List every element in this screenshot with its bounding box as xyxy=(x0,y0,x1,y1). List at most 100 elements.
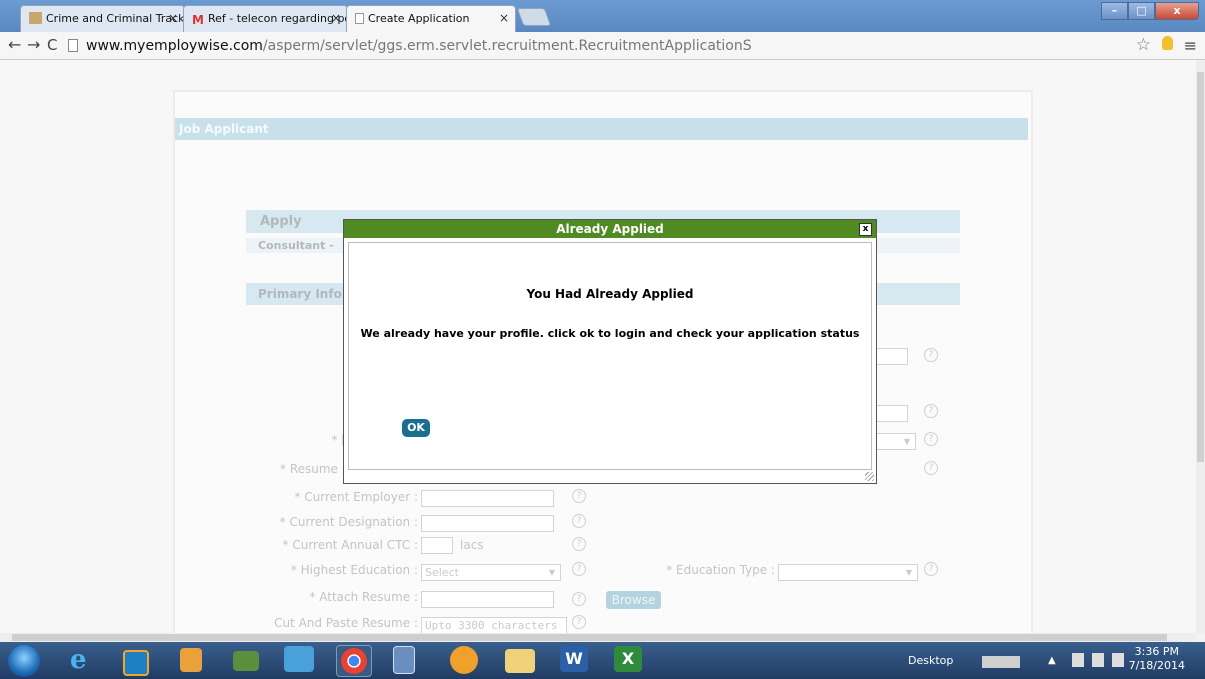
new-tab-button[interactable] xyxy=(516,8,552,26)
excel-icon[interactable]: X xyxy=(614,646,642,672)
dialog-title: Already Applied xyxy=(556,222,664,236)
page-icon xyxy=(68,39,78,52)
help-icon[interactable]: ? xyxy=(924,348,938,362)
text-field[interactable] xyxy=(876,405,908,422)
url-domain: www.myemploywise.com xyxy=(86,38,263,54)
tab-label: Ref - telecon regarding po xyxy=(207,12,348,25)
volume-icon[interactable] xyxy=(1112,653,1124,667)
help-icon[interactable]: ? xyxy=(924,404,938,418)
dialog-heading: You Had Already Applied xyxy=(526,287,694,301)
back-icon[interactable]: ← xyxy=(8,36,21,54)
internet-explorer-icon[interactable]: e xyxy=(70,646,98,674)
current-designation-input[interactable] xyxy=(421,515,554,532)
desktop-toolbar-label[interactable]: Desktop xyxy=(908,654,953,667)
app-icon[interactable] xyxy=(450,646,478,674)
windows-taskbar: e W X Desktop ▲ 3:36 PM 7/18/2014 xyxy=(0,642,1205,679)
vertical-scrollbar[interactable] xyxy=(1196,60,1205,633)
current-ctc-input[interactable] xyxy=(421,537,453,554)
address-bar-row: ← → C www.myemploywise.com/asperm/servle… xyxy=(0,32,1205,60)
maximize-button[interactable]: □ xyxy=(1128,2,1155,20)
current-employer-input[interactable] xyxy=(421,490,554,507)
help-icon[interactable]: ? xyxy=(572,592,586,606)
current-ctc-label: * Current Annual CTC : xyxy=(282,538,418,552)
signal-icon[interactable] xyxy=(982,656,1020,668)
file-explorer-icon[interactable] xyxy=(505,649,535,673)
tab-crime-tracking[interactable]: Crime and Criminal Track × xyxy=(20,5,185,32)
app-icon[interactable] xyxy=(233,651,259,671)
help-icon[interactable]: ? xyxy=(924,432,938,446)
tab-create-application[interactable]: Create Application × xyxy=(346,5,516,32)
app-icon[interactable] xyxy=(284,646,314,672)
select-field[interactable]: ▼ xyxy=(876,433,916,450)
close-icon[interactable]: x xyxy=(859,223,872,236)
resize-grip-icon[interactable] xyxy=(865,472,874,481)
close-tab-icon[interactable]: × xyxy=(168,6,178,31)
browse-button[interactable]: Browse xyxy=(606,591,661,609)
help-icon[interactable]: ? xyxy=(572,615,586,629)
show-hidden-icons[interactable]: ▲ xyxy=(1048,655,1056,666)
clock-date: 7/18/2014 xyxy=(1128,659,1185,672)
resume-label: * Resume xyxy=(280,462,338,476)
scrollbar-thumb[interactable] xyxy=(1197,72,1204,462)
help-icon[interactable]: ? xyxy=(924,562,938,576)
url-path: /asperm/servlet/ggs.erm.servlet.recruitm… xyxy=(262,38,752,54)
clock-time: 3:36 PM xyxy=(1134,645,1179,658)
system-clock[interactable]: 3:36 PM 7/18/2014 xyxy=(1129,645,1185,673)
ctc-unit-label: lacs xyxy=(460,538,484,552)
scrollbar-thumb[interactable] xyxy=(12,634,1167,641)
chevron-down-icon: ▼ xyxy=(548,568,555,577)
close-window-button[interactable]: x xyxy=(1155,2,1199,20)
select-value: Select xyxy=(425,566,459,579)
gmail-icon: M xyxy=(192,13,204,27)
tab-label: Crime and Criminal Track xyxy=(46,12,185,25)
tab-label: Create Application xyxy=(368,12,470,25)
attach-resume-label: * Attach Resume : xyxy=(309,590,418,604)
battery-icon[interactable] xyxy=(1092,653,1104,667)
calculator-icon[interactable] xyxy=(393,646,415,674)
close-tab-icon[interactable]: × xyxy=(499,6,509,31)
cut-paste-label: Cut And Paste Resume : xyxy=(274,616,418,630)
ok-button[interactable]: OK xyxy=(402,419,430,437)
word-icon[interactable]: W xyxy=(560,646,588,672)
chevron-down-icon: ▼ xyxy=(905,568,912,577)
chevron-down-icon: ▼ xyxy=(903,437,910,446)
education-type-label: * Education Type : xyxy=(666,563,775,577)
highest-education-select[interactable]: Select ▼ xyxy=(421,564,561,581)
site-favicon-icon xyxy=(29,12,42,24)
help-icon[interactable]: ? xyxy=(572,562,586,576)
current-designation-label: * Current Designation : xyxy=(279,515,418,529)
bookmark-star-icon[interactable]: ☆ xyxy=(1136,35,1151,55)
start-button[interactable] xyxy=(8,645,40,677)
reload-icon[interactable]: C xyxy=(47,36,57,54)
current-employer-label: * Current Employer : xyxy=(294,490,418,504)
job-applicant-header: Job Applicant xyxy=(175,118,1028,140)
close-tab-icon[interactable]: × xyxy=(331,6,341,31)
education-type-select[interactable]: ▼ xyxy=(778,564,918,581)
dialog-message: We already have your profile. click ok t… xyxy=(360,327,860,340)
app-icon[interactable] xyxy=(180,648,202,672)
cut-paste-textarea[interactable]: Upto 3300 characters xyxy=(421,617,567,633)
url-field[interactable]: www.myemploywise.com/asperm/servlet/ggs.… xyxy=(86,38,752,54)
page-icon xyxy=(355,13,364,24)
tab-gmail[interactable]: M Ref - telecon regarding po × xyxy=(183,5,348,32)
horizontal-scrollbar[interactable] xyxy=(0,633,1196,642)
lightbulb-icon[interactable] xyxy=(1162,36,1173,50)
menu-icon[interactable]: ≡ xyxy=(1184,36,1197,55)
attach-resume-input[interactable] xyxy=(421,591,554,608)
media-player-icon[interactable] xyxy=(123,650,149,676)
window-controls: – □ x xyxy=(1101,2,1199,20)
dialog-body: You Had Already Applied We already have … xyxy=(348,242,872,470)
help-icon[interactable]: ? xyxy=(572,489,586,503)
chrome-icon[interactable] xyxy=(336,645,372,677)
help-icon[interactable]: ? xyxy=(572,514,586,528)
highest-education-label: * Highest Education : xyxy=(290,563,418,577)
already-applied-dialog: Already Applied x You Had Already Applie… xyxy=(343,219,877,484)
minimize-button[interactable]: – xyxy=(1101,2,1128,20)
text-field[interactable] xyxy=(876,348,908,365)
help-icon[interactable]: ? xyxy=(924,461,938,475)
dialog-titlebar: Already Applied x xyxy=(344,220,876,238)
browser-titlebar: Crime and Criminal Track × M Ref - teleco… xyxy=(0,0,1205,32)
network-icon[interactable] xyxy=(1072,653,1084,667)
forward-icon[interactable]: → xyxy=(27,36,40,54)
help-icon[interactable]: ? xyxy=(572,537,586,551)
